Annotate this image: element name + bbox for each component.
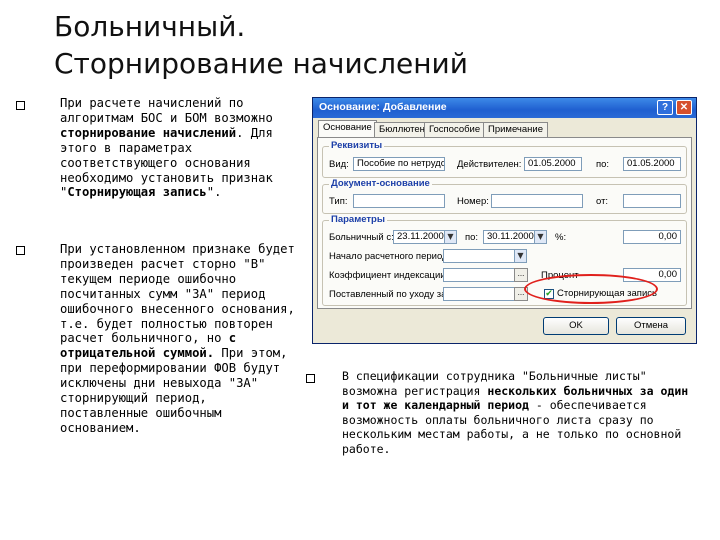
group-document-label: Документ-основание [329, 178, 432, 189]
group-document: Документ-основание Тип: Номер: от: [322, 178, 687, 214]
period-start-field[interactable] [443, 249, 515, 263]
bullet-marker [306, 374, 315, 383]
vid-field[interactable]: Пособие по нетрудоспо [353, 157, 445, 171]
slide-title-line2: Сторнирование начислений [54, 47, 468, 80]
period-to-label: по: [596, 159, 610, 170]
doc-date-label: от: [596, 196, 609, 207]
sick-from-label: Больничный с: [329, 232, 394, 243]
close-button[interactable]: ✕ [676, 100, 692, 115]
tab-osnovanie[interactable]: Основание [318, 120, 377, 138]
cancel-button[interactable]: Отмена [616, 317, 686, 335]
doc-number-field[interactable] [491, 194, 583, 208]
slide-title: Больничный. Сторнирование начислений [54, 8, 554, 82]
highlight-ellipse [524, 274, 658, 304]
help-button[interactable]: ? [657, 100, 673, 115]
period-start-label: Начало расчетного периода: [329, 251, 456, 262]
doc-type-label: Тип: [329, 196, 348, 207]
ok-button[interactable]: OK [543, 317, 609, 335]
tab-primechanie[interactable]: Примечание [483, 122, 548, 137]
period-from-field[interactable]: 01.05.2000 [524, 157, 582, 171]
bullet-right: В спецификации сотрудника "Больничные ли… [342, 369, 692, 457]
bold-text-run: сторнирование начислений [60, 125, 237, 140]
period-start-dropdown-icon[interactable]: ▼ [514, 249, 527, 263]
sick-to-dropdown-icon[interactable]: ▼ [534, 230, 547, 244]
coef-select-button[interactable]: ... [514, 268, 528, 282]
bullet-left-1: При расчете начислений по алгоритмам БОС… [60, 96, 300, 200]
group-requisites-label: Реквизиты [329, 140, 385, 151]
pct-label: %: [555, 232, 567, 243]
text-run: При установленном признаке будет произве… [60, 242, 295, 346]
bold-text-run: Сторнирующая запись [67, 185, 207, 200]
dialog-titlebar: Основание: Добавление ? ✕ [313, 98, 696, 118]
sick-from-dropdown-icon[interactable]: ▼ [444, 230, 457, 244]
doc-type-field[interactable] [353, 194, 445, 208]
doc-number-label: Номер: [457, 196, 489, 207]
dialog-title: Основание: Добавление [319, 101, 447, 113]
text-run: При расчете начислений по алгоритмам БОС… [60, 96, 273, 125]
coef-label: Коэффициент индексации: [329, 270, 449, 281]
care-field[interactable] [443, 287, 515, 301]
text-run: ". [206, 185, 222, 200]
coef-field[interactable] [443, 268, 515, 282]
bullet-marker [16, 101, 25, 110]
slide-title-line1: Больничный. [54, 10, 246, 43]
doc-date-field[interactable] [623, 194, 681, 208]
care-label: Поставленный по уходу за: [329, 289, 450, 300]
sick-to-label: по: [465, 232, 479, 243]
tab-gosposobie[interactable]: Госпособие [424, 122, 486, 137]
sick-from-field[interactable]: 23.11.2000 [393, 230, 445, 244]
dialog-window: Основание: Добавление ? ✕ Основание Бюлл… [312, 97, 697, 344]
sick-to-field[interactable]: 30.11.2000 [483, 230, 535, 244]
period-label: Действителен: [457, 159, 522, 170]
group-params-label: Параметры [329, 214, 387, 225]
pct-field[interactable]: 0,00 [623, 230, 681, 244]
vid-label: Вид: [329, 159, 349, 170]
period-to-field[interactable]: 01.05.2000 [623, 157, 681, 171]
bullet-marker [16, 246, 25, 255]
group-requisites: Реквизиты Вид: Пособие по нетрудоспо Дей… [322, 140, 687, 178]
bullet-left-2: При установленном признаке будет произве… [60, 242, 300, 436]
